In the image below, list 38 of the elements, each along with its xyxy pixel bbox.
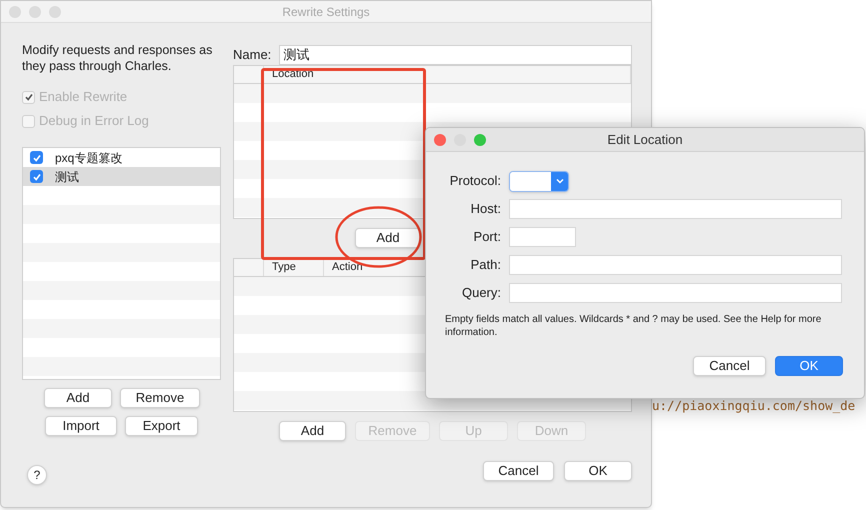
name-label: Name: <box>233 46 272 64</box>
add-button[interactable]: Add <box>44 388 112 408</box>
export-button[interactable]: Export <box>125 416 198 436</box>
window-controls-icon <box>434 134 486 146</box>
column-header[interactable]: Type <box>264 259 324 276</box>
description-text: Modify requests and responses as they pass through Charles. <box>22 42 214 74</box>
field-label: Port: <box>472 228 501 246</box>
import-button[interactable]: Import <box>45 416 117 436</box>
checkbox-label: Enable Rewrite <box>39 88 128 106</box>
field-label: Path: <box>470 256 501 274</box>
help-button[interactable]: ? <box>27 465 47 485</box>
dialog-title: Edit Location <box>607 132 683 147</box>
ok-button[interactable]: OK <box>775 356 843 376</box>
rule-set-name: 测试 <box>55 168 79 186</box>
field-label: Protocol: <box>448 172 501 190</box>
cancel-button[interactable]: Cancel <box>693 356 766 376</box>
remove-button[interactable]: Remove <box>120 388 200 408</box>
field-label: Query: <box>460 284 501 302</box>
port-field[interactable] <box>509 227 576 247</box>
help-note: Empty fields match all values. Wildcards * and ? may be used. See the Help for more information. <box>445 313 822 339</box>
checkbox-label: Debug in Error Log <box>39 112 149 130</box>
code-line: u://piaoxingqiu.com/show_de <box>652 397 856 415</box>
field-label: Host: <box>470 200 501 218</box>
add-button[interactable]: Add <box>279 421 346 441</box>
add-button[interactable]: Add <box>355 228 421 248</box>
checkbox[interactable] <box>30 151 43 164</box>
window-title: Rewrite Settings <box>282 4 370 18</box>
rule-set-item[interactable]: 测试 <box>23 167 220 186</box>
text-field[interactable] <box>509 255 842 275</box>
ok-button[interactable]: OK <box>564 461 632 481</box>
name-field[interactable]: 测试 <box>279 45 632 65</box>
rule-set-name: pxq专题篡改 <box>55 150 122 166</box>
cancel-button[interactable]: Cancel <box>483 461 554 481</box>
text-field[interactable] <box>509 199 842 219</box>
text-field[interactable] <box>509 283 842 303</box>
protocol-dropdown[interactable] <box>509 170 569 192</box>
checkbox[interactable] <box>30 170 43 183</box>
chevron-down-icon <box>556 178 564 184</box>
